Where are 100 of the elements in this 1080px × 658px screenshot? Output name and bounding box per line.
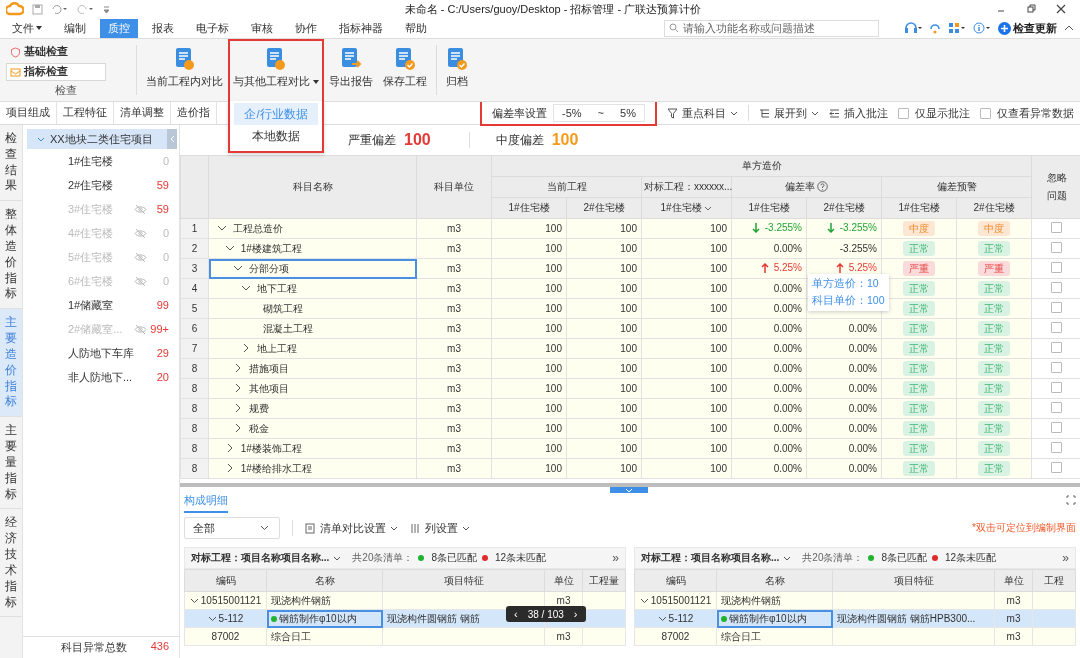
support-icon[interactable] xyxy=(929,22,941,34)
arrow-down-icon xyxy=(751,222,760,233)
row-number: 2 xyxy=(180,238,209,259)
ignore-checkbox[interactable] xyxy=(1051,342,1063,353)
check-update-button[interactable]: 检查更新 xyxy=(998,20,1057,36)
status-dot xyxy=(418,555,425,561)
next-page-button[interactable]: › xyxy=(573,608,578,620)
expand-to-button[interactable]: 展开到 xyxy=(759,105,819,121)
sub-tab[interactable]: 造价指 xyxy=(171,102,217,124)
check-mode-item[interactable]: 指标检查 xyxy=(6,63,106,81)
expander-icon[interactable] xyxy=(233,363,243,372)
checkbox[interactable] xyxy=(898,107,909,119)
expander-icon[interactable] xyxy=(189,598,199,604)
chevron-left-icon xyxy=(169,135,175,143)
ignore-checkbox[interactable] xyxy=(1051,362,1063,373)
unmatched-text: 12条未匹配 xyxy=(495,551,547,565)
expander-icon[interactable] xyxy=(233,423,243,432)
save-icon[interactable] xyxy=(32,3,43,15)
deviation-range-field[interactable]: -5% ~ 5% xyxy=(553,104,645,122)
menu-tab[interactable]: 指标神器 xyxy=(331,18,391,38)
sub-tab[interactable]: 清单调整 xyxy=(114,102,171,124)
ignore-checkbox[interactable] xyxy=(1051,422,1063,433)
checkbox[interactable] xyxy=(980,107,991,119)
ribbon-button[interactable]: 归档 xyxy=(441,39,473,101)
tree-item[interactable]: XX地块二类住宅项目 xyxy=(27,129,167,149)
ignore-checkbox[interactable] xyxy=(1051,262,1063,273)
expander-icon[interactable] xyxy=(207,616,217,622)
menu-tab[interactable]: 报表 xyxy=(144,18,182,38)
sub-tab[interactable]: 项目组成 xyxy=(0,102,57,124)
expander-icon[interactable] xyxy=(639,598,649,604)
expander-icon[interactable] xyxy=(225,243,235,252)
expander-icon[interactable] xyxy=(225,463,235,472)
close-icon[interactable] xyxy=(1056,4,1066,14)
menu-item[interactable]: 本地数据 xyxy=(234,125,318,147)
filter-select[interactable]: 全部 xyxy=(184,517,280,539)
menu-tab[interactable]: 帮助 xyxy=(397,18,435,38)
sub-tab[interactable]: 工程特征 xyxy=(57,102,114,124)
ignore-checkbox[interactable] xyxy=(1051,322,1063,333)
ribbon-button[interactable]: 保存工程 xyxy=(378,39,432,101)
expander-icon[interactable] xyxy=(657,616,667,622)
checkbox-label: 仅显示批注 xyxy=(915,105,970,121)
redo-icon[interactable] xyxy=(77,3,95,15)
fullscreen-icon[interactable] xyxy=(1066,495,1076,505)
side-tab[interactable]: 主要量指标 xyxy=(0,417,22,510)
apps-icon[interactable] xyxy=(948,22,966,34)
ignore-checkbox[interactable] xyxy=(1051,402,1063,413)
ignore-checkbox[interactable] xyxy=(1051,462,1063,473)
collapse-panel-button[interactable] xyxy=(167,129,177,149)
expander-icon[interactable] xyxy=(241,343,251,352)
info-icon[interactable] xyxy=(973,22,991,34)
undo-icon[interactable] xyxy=(51,3,69,15)
tree-item[interactable]: 1#住宅楼 xyxy=(68,153,147,169)
settings-button[interactable]: 列设置 xyxy=(410,520,470,536)
side-tab[interactable]: 经济技术指标 xyxy=(0,509,22,618)
expand-pane-button[interactable]: » xyxy=(1062,551,1069,565)
ignore-checkbox[interactable] xyxy=(1051,282,1063,293)
warning-tag: 正常 xyxy=(978,321,1010,336)
detail-tab[interactable]: 构成明细 xyxy=(184,493,228,513)
menu-tab[interactable]: 编制 xyxy=(56,18,94,38)
settings-button[interactable]: 清单对比设置 xyxy=(305,520,398,536)
ignore-checkbox[interactable] xyxy=(1051,242,1063,253)
ignore-checkbox[interactable] xyxy=(1051,442,1063,453)
expander-icon[interactable] xyxy=(225,443,235,452)
expander-icon[interactable] xyxy=(233,383,243,392)
menu-tab[interactable]: 审核 xyxy=(243,18,281,38)
benchmark-select[interactable]: 对标工程：项目名称项目名称... xyxy=(191,551,342,565)
menu-tab[interactable]: 文件 xyxy=(4,18,50,38)
ribbon-button[interactable]: 当前工程内对比 xyxy=(141,39,228,101)
customize-icon[interactable] xyxy=(103,3,110,15)
collapse-icon[interactable] xyxy=(1064,24,1074,32)
tree-item[interactable]: 2#住宅楼 xyxy=(68,177,147,193)
deviation-value: 0.00% xyxy=(773,323,802,334)
menu-tab[interactable]: 协作 xyxy=(287,18,325,38)
restore-icon[interactable] xyxy=(1026,4,1036,14)
eye-off-icon xyxy=(134,251,147,263)
expander-icon[interactable] xyxy=(241,283,251,292)
key-subjects-button[interactable]: 重点科目 xyxy=(667,105,738,121)
headset-icon[interactable] xyxy=(904,22,922,34)
search-field[interactable]: 请输入功能名称或问题描述 xyxy=(664,19,879,37)
splitter-handle[interactable] xyxy=(610,487,648,493)
menu-tab[interactable]: 电子标 xyxy=(188,18,237,38)
check-mode-item[interactable]: 基础检查 xyxy=(6,43,106,61)
previous-page-button[interactable]: ‹ xyxy=(514,608,518,620)
help-icon[interactable] xyxy=(817,181,829,192)
expander-icon[interactable] xyxy=(233,403,243,412)
expand-pane-button[interactable]: » xyxy=(612,551,619,565)
shield-icon xyxy=(10,46,21,58)
side-tab[interactable]: 检查结果 xyxy=(0,125,22,202)
tree-item[interactable]: 非人防地下... xyxy=(68,369,147,385)
insert-note-button[interactable]: 插入批注 xyxy=(829,105,888,121)
benchmark-select[interactable]: 对标工程：项目名称项目名称... xyxy=(641,551,792,565)
ignore-checkbox[interactable] xyxy=(1051,222,1063,233)
ribbon-button[interactable]: 导出报告 xyxy=(324,39,378,101)
ignore-checkbox[interactable] xyxy=(1051,382,1063,393)
expander-icon[interactable] xyxy=(217,223,227,232)
tree-item[interactable]: 人防地下车库 xyxy=(68,345,147,361)
tree-item[interactable]: 1#储藏室 xyxy=(68,297,147,313)
ignore-checkbox[interactable] xyxy=(1051,302,1063,313)
expander-icon[interactable] xyxy=(233,263,243,272)
warning-tag: 中度 xyxy=(903,221,935,236)
